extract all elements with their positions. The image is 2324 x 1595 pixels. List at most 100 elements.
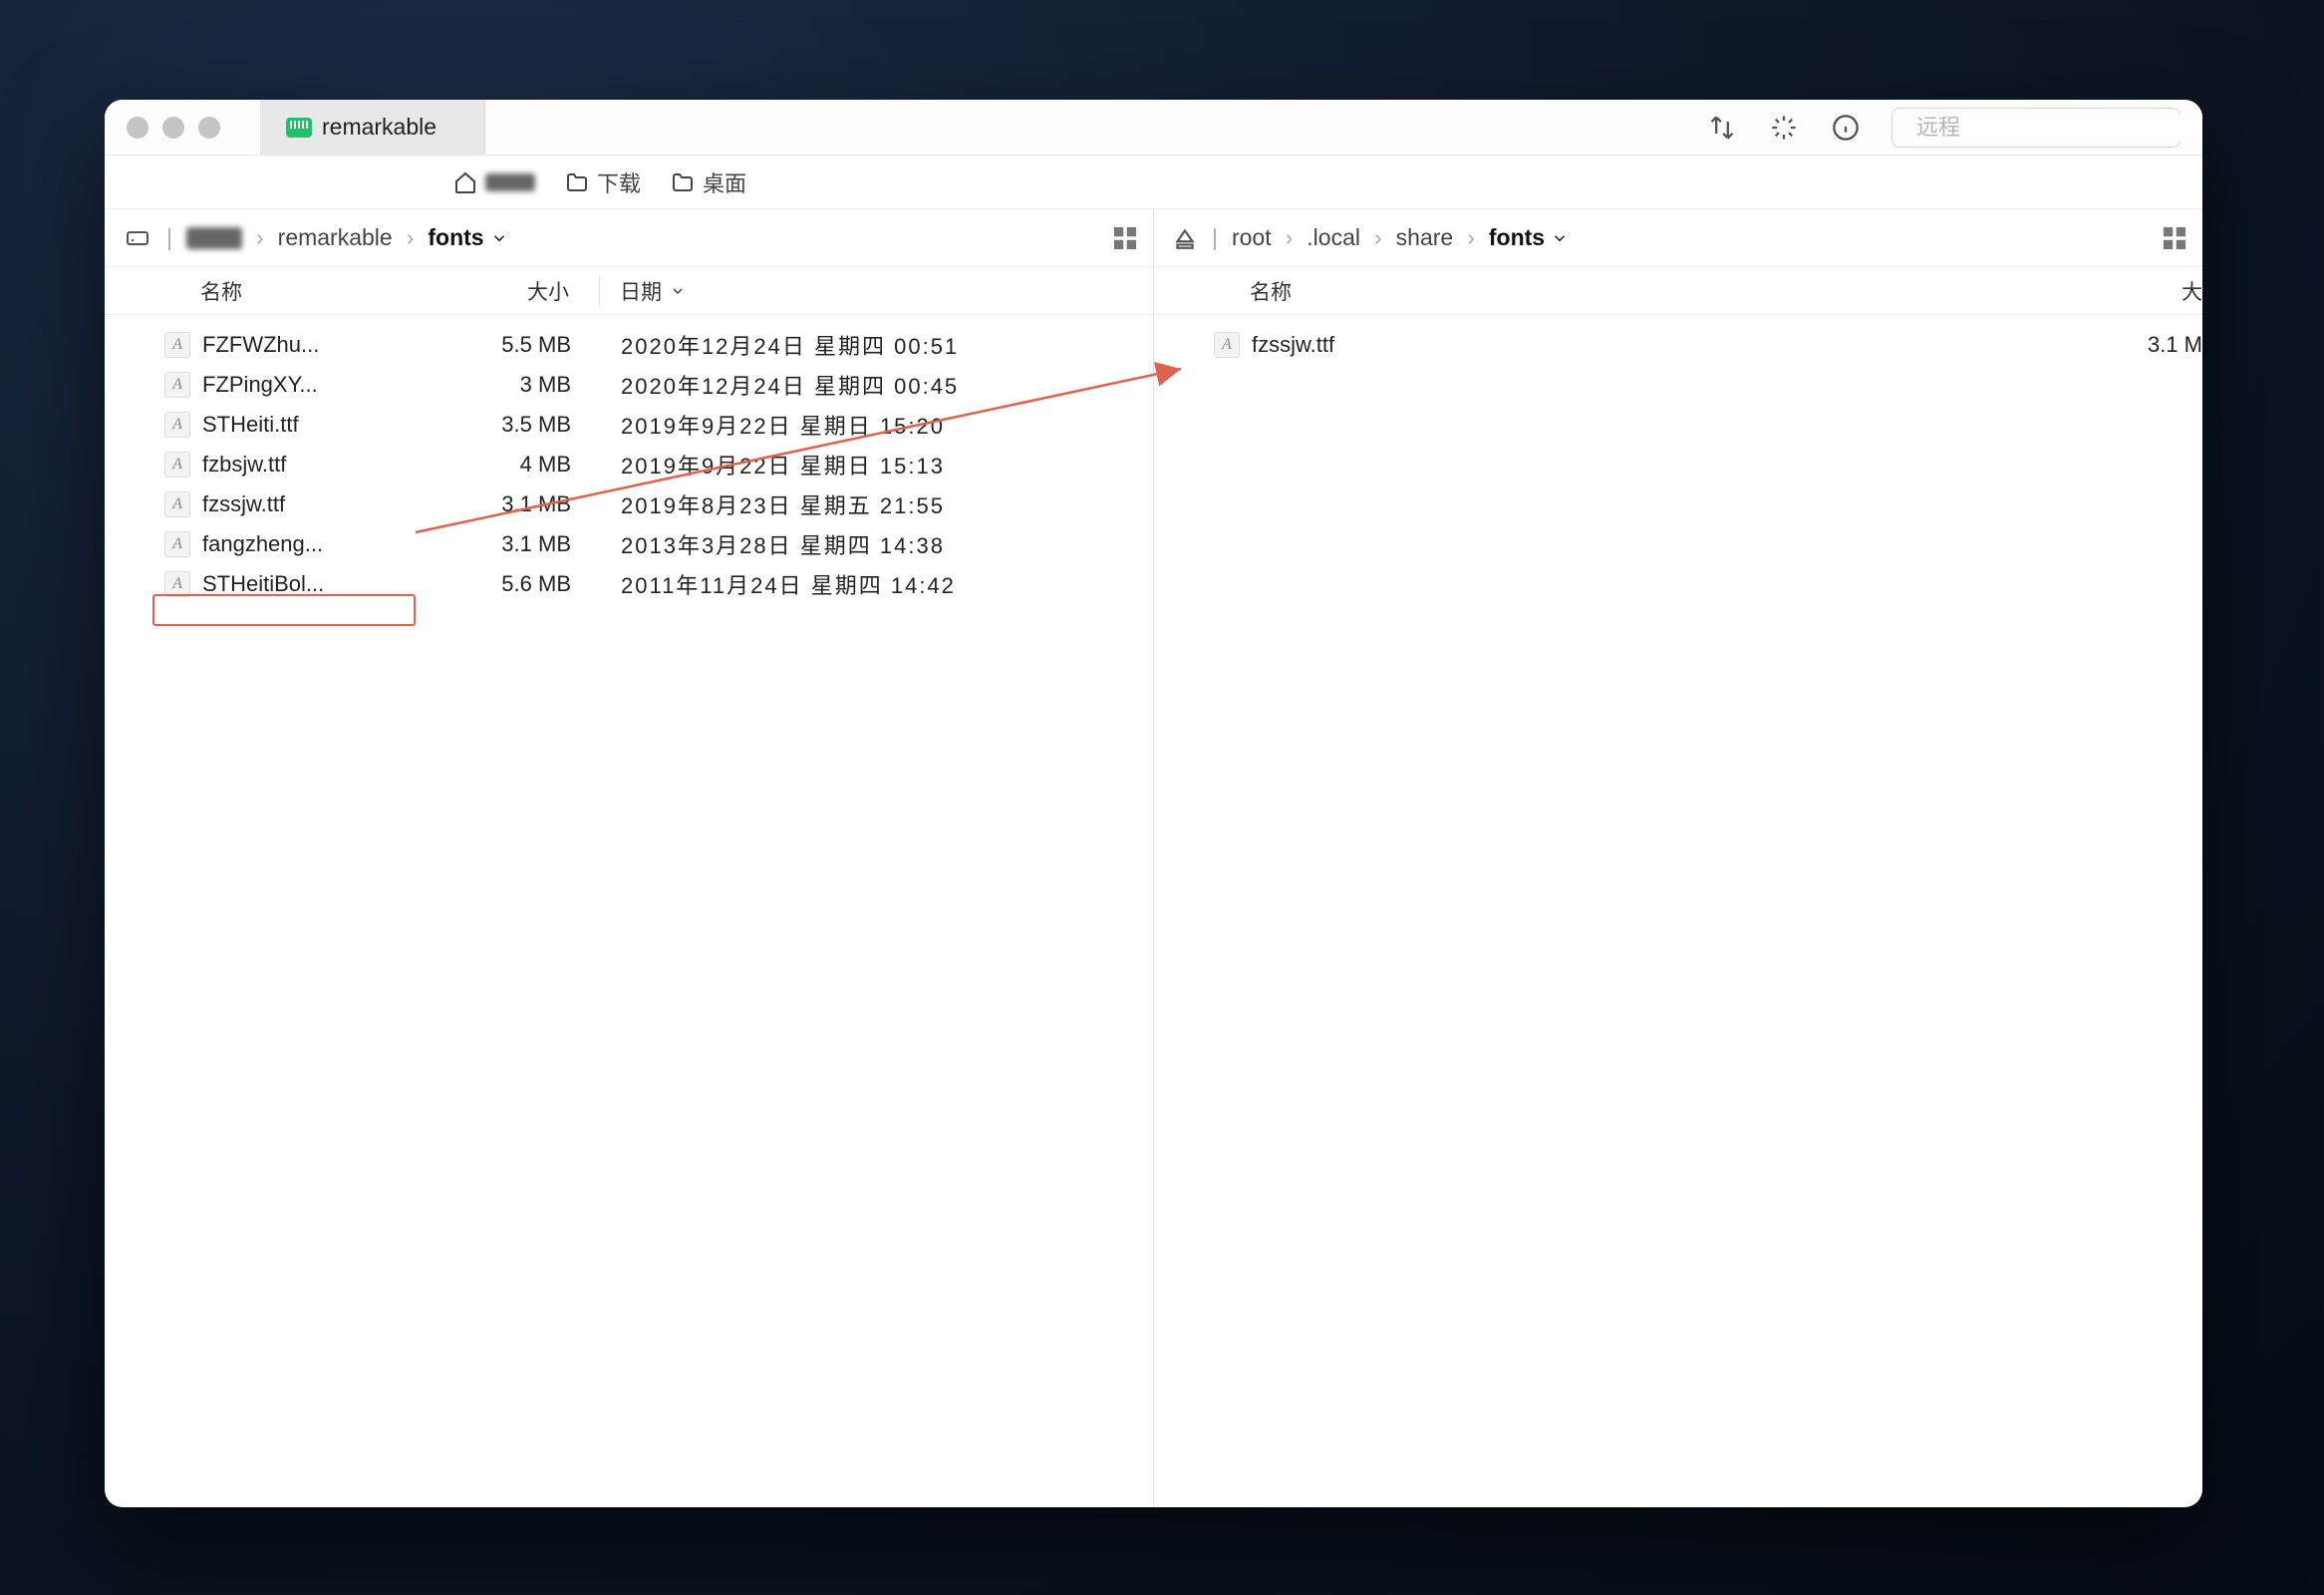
column-header-date[interactable]: 日期 [599, 276, 1153, 306]
remote-breadcrumb: | root › .local › share › fonts [1154, 209, 2202, 267]
file-date: 2011年11月24日 星期四 14:42 [601, 568, 1153, 600]
sync-icon[interactable] [1768, 112, 1800, 144]
tab-label: remarkable [322, 114, 436, 141]
local-column-headers: 名称 大小 日期 [105, 267, 1153, 315]
file-date: 2019年9月22日 星期日 15:13 [601, 449, 1153, 480]
font-file-icon: A [164, 531, 190, 557]
folder-icon [671, 170, 695, 194]
file-size: 3.1 M [2113, 332, 2202, 358]
favorite-home[interactable] [453, 170, 535, 194]
titlebar: remarkable [105, 100, 2202, 156]
font-file-icon: A [164, 372, 190, 398]
file-row[interactable]: A FZFWZhu...5.5 MB2020年12月24日 星期四 00:51 [105, 325, 1153, 365]
favorite-label: 桌面 [703, 166, 746, 198]
eject-icon[interactable] [1172, 225, 1198, 251]
file-name: FZPingXY... [202, 372, 432, 398]
file-size: 3.1 MB [432, 491, 601, 517]
file-name: STHeitiBol... [202, 571, 432, 597]
breadcrumb-separator: | [164, 224, 174, 251]
view-mode-toggle[interactable] [2161, 224, 2188, 252]
tab-remarkable[interactable]: remarkable [260, 100, 485, 155]
file-date: 2019年8月23日 星期五 21:55 [601, 488, 1153, 520]
file-name: fangzheng... [202, 531, 432, 557]
file-date: 2020年12月24日 星期四 00:45 [601, 369, 1153, 401]
file-name: fzbsjw.ttf [202, 452, 432, 478]
panes: | › remarkable › fonts 名称 大小 日期 [105, 209, 2202, 1507]
transfer-activity-icon[interactable] [1706, 112, 1738, 144]
favorites-bar: 下载 桌面 [105, 156, 2202, 209]
font-file-icon: A [164, 491, 190, 517]
file-size: 3 MB [432, 372, 601, 398]
font-file-icon: A [164, 412, 190, 438]
local-file-list[interactable]: AFZFWZhu...5.5 MB2020年12月24日 星期四 00:51AF… [105, 315, 1153, 1507]
file-date: 2019年9月22日 星期日 15:20 [601, 409, 1153, 441]
redacted-text [485, 173, 535, 191]
column-header-name[interactable]: 名称 [200, 276, 430, 306]
breadcrumb-item[interactable]: remarkable [278, 224, 393, 251]
file-date: 2013年3月28日 星期四 14:38 [601, 528, 1153, 560]
breadcrumb-item[interactable]: .local [1307, 224, 1360, 251]
breadcrumb-current[interactable]: fonts [428, 224, 507, 251]
breadcrumb-chevron-icon: › [254, 224, 266, 251]
search-input[interactable] [1916, 115, 2202, 141]
favorite-label: 下载 [597, 166, 641, 198]
home-icon [453, 170, 477, 194]
file-transfer-window: remarkable 下载 [105, 100, 2202, 1507]
file-row[interactable]: A STHeitiBol...5.6 MB2011年11月24日 星期四 14:4… [105, 564, 1153, 604]
breadcrumb-chevron-icon: › [1372, 224, 1384, 251]
breadcrumb-separator: | [1210, 224, 1220, 251]
remote-column-headers: 名称 大 [1154, 267, 2202, 315]
breadcrumb-item[interactable]: share [1396, 224, 1454, 251]
window-controls [105, 117, 220, 139]
font-file-icon: A [164, 332, 190, 358]
remote-file-list[interactable]: Afzssjw.ttf3.1 M [1154, 315, 2202, 1507]
breadcrumb-chevron-icon: › [405, 224, 417, 251]
favorite-downloads[interactable]: 下载 [565, 166, 641, 198]
local-disk-icon[interactable] [123, 226, 152, 250]
file-row[interactable]: Afzssjw.ttf3.1 MB2019年8月23日 星期五 21:55 [105, 484, 1153, 524]
folder-icon [565, 170, 589, 194]
font-file-icon: A [164, 571, 190, 597]
column-header-size[interactable]: 大 [2113, 276, 2202, 306]
breadcrumb-current[interactable]: fonts [1489, 224, 1569, 251]
file-name: FZFWZhu... [202, 332, 432, 358]
chevron-down-icon [490, 229, 508, 247]
file-date: 2020年12月24日 星期四 00:51 [601, 329, 1153, 361]
column-header-size[interactable]: 大小 [430, 276, 599, 306]
favorite-desktop[interactable]: 桌面 [671, 166, 746, 198]
file-size: 3.1 MB [432, 531, 601, 557]
minimize-window-button[interactable] [162, 117, 184, 139]
file-size: 5.5 MB [432, 332, 601, 358]
font-file-icon: A [1214, 332, 1240, 358]
info-icon[interactable] [1830, 112, 1862, 144]
file-name: STHeiti.ttf [202, 412, 432, 438]
tab-bar: remarkable [260, 100, 485, 155]
file-row[interactable]: Afzssjw.ttf3.1 M [1154, 325, 2202, 365]
close-window-button[interactable] [127, 117, 148, 139]
file-size: 5.6 MB [432, 571, 601, 597]
local-breadcrumb: | › remarkable › fonts [105, 209, 1153, 267]
file-row[interactable]: Afzbsjw.ttf4 MB2019年9月22日 星期日 15:13 [105, 445, 1153, 484]
chevron-down-icon [1551, 229, 1569, 247]
file-name: fzssjw.ttf [1252, 332, 2113, 358]
breadcrumb-chevron-icon: › [1284, 224, 1296, 251]
font-file-icon: A [164, 452, 190, 478]
toolbar-right [1706, 108, 2202, 148]
maximize-window-button[interactable] [198, 117, 220, 139]
breadcrumb-chevron-icon: › [1465, 224, 1477, 251]
connection-icon [286, 118, 312, 138]
remote-pane: | root › .local › share › fonts 名称 大 Af [1154, 209, 2202, 1507]
file-row[interactable]: Afangzheng...3.1 MB2013年3月28日 星期四 14:38 [105, 524, 1153, 564]
file-row[interactable]: A FZPingXY...3 MB2020年12月24日 星期四 00:45 [105, 365, 1153, 405]
redacted-breadcrumb[interactable] [186, 227, 242, 249]
file-size: 4 MB [432, 452, 601, 478]
breadcrumb-item[interactable]: root [1232, 224, 1272, 251]
file-name: fzssjw.ttf [202, 491, 432, 517]
file-row[interactable]: A STHeiti.ttf3.5 MB2019年9月22日 星期日 15:20 [105, 405, 1153, 445]
view-mode-toggle[interactable] [1111, 224, 1139, 252]
search-input-container[interactable] [1891, 108, 2180, 148]
local-pane: | › remarkable › fonts 名称 大小 日期 [105, 209, 1154, 1507]
chevron-down-icon [670, 283, 686, 299]
column-header-name[interactable]: 名称 [1250, 276, 2113, 306]
file-size: 3.5 MB [432, 412, 601, 438]
